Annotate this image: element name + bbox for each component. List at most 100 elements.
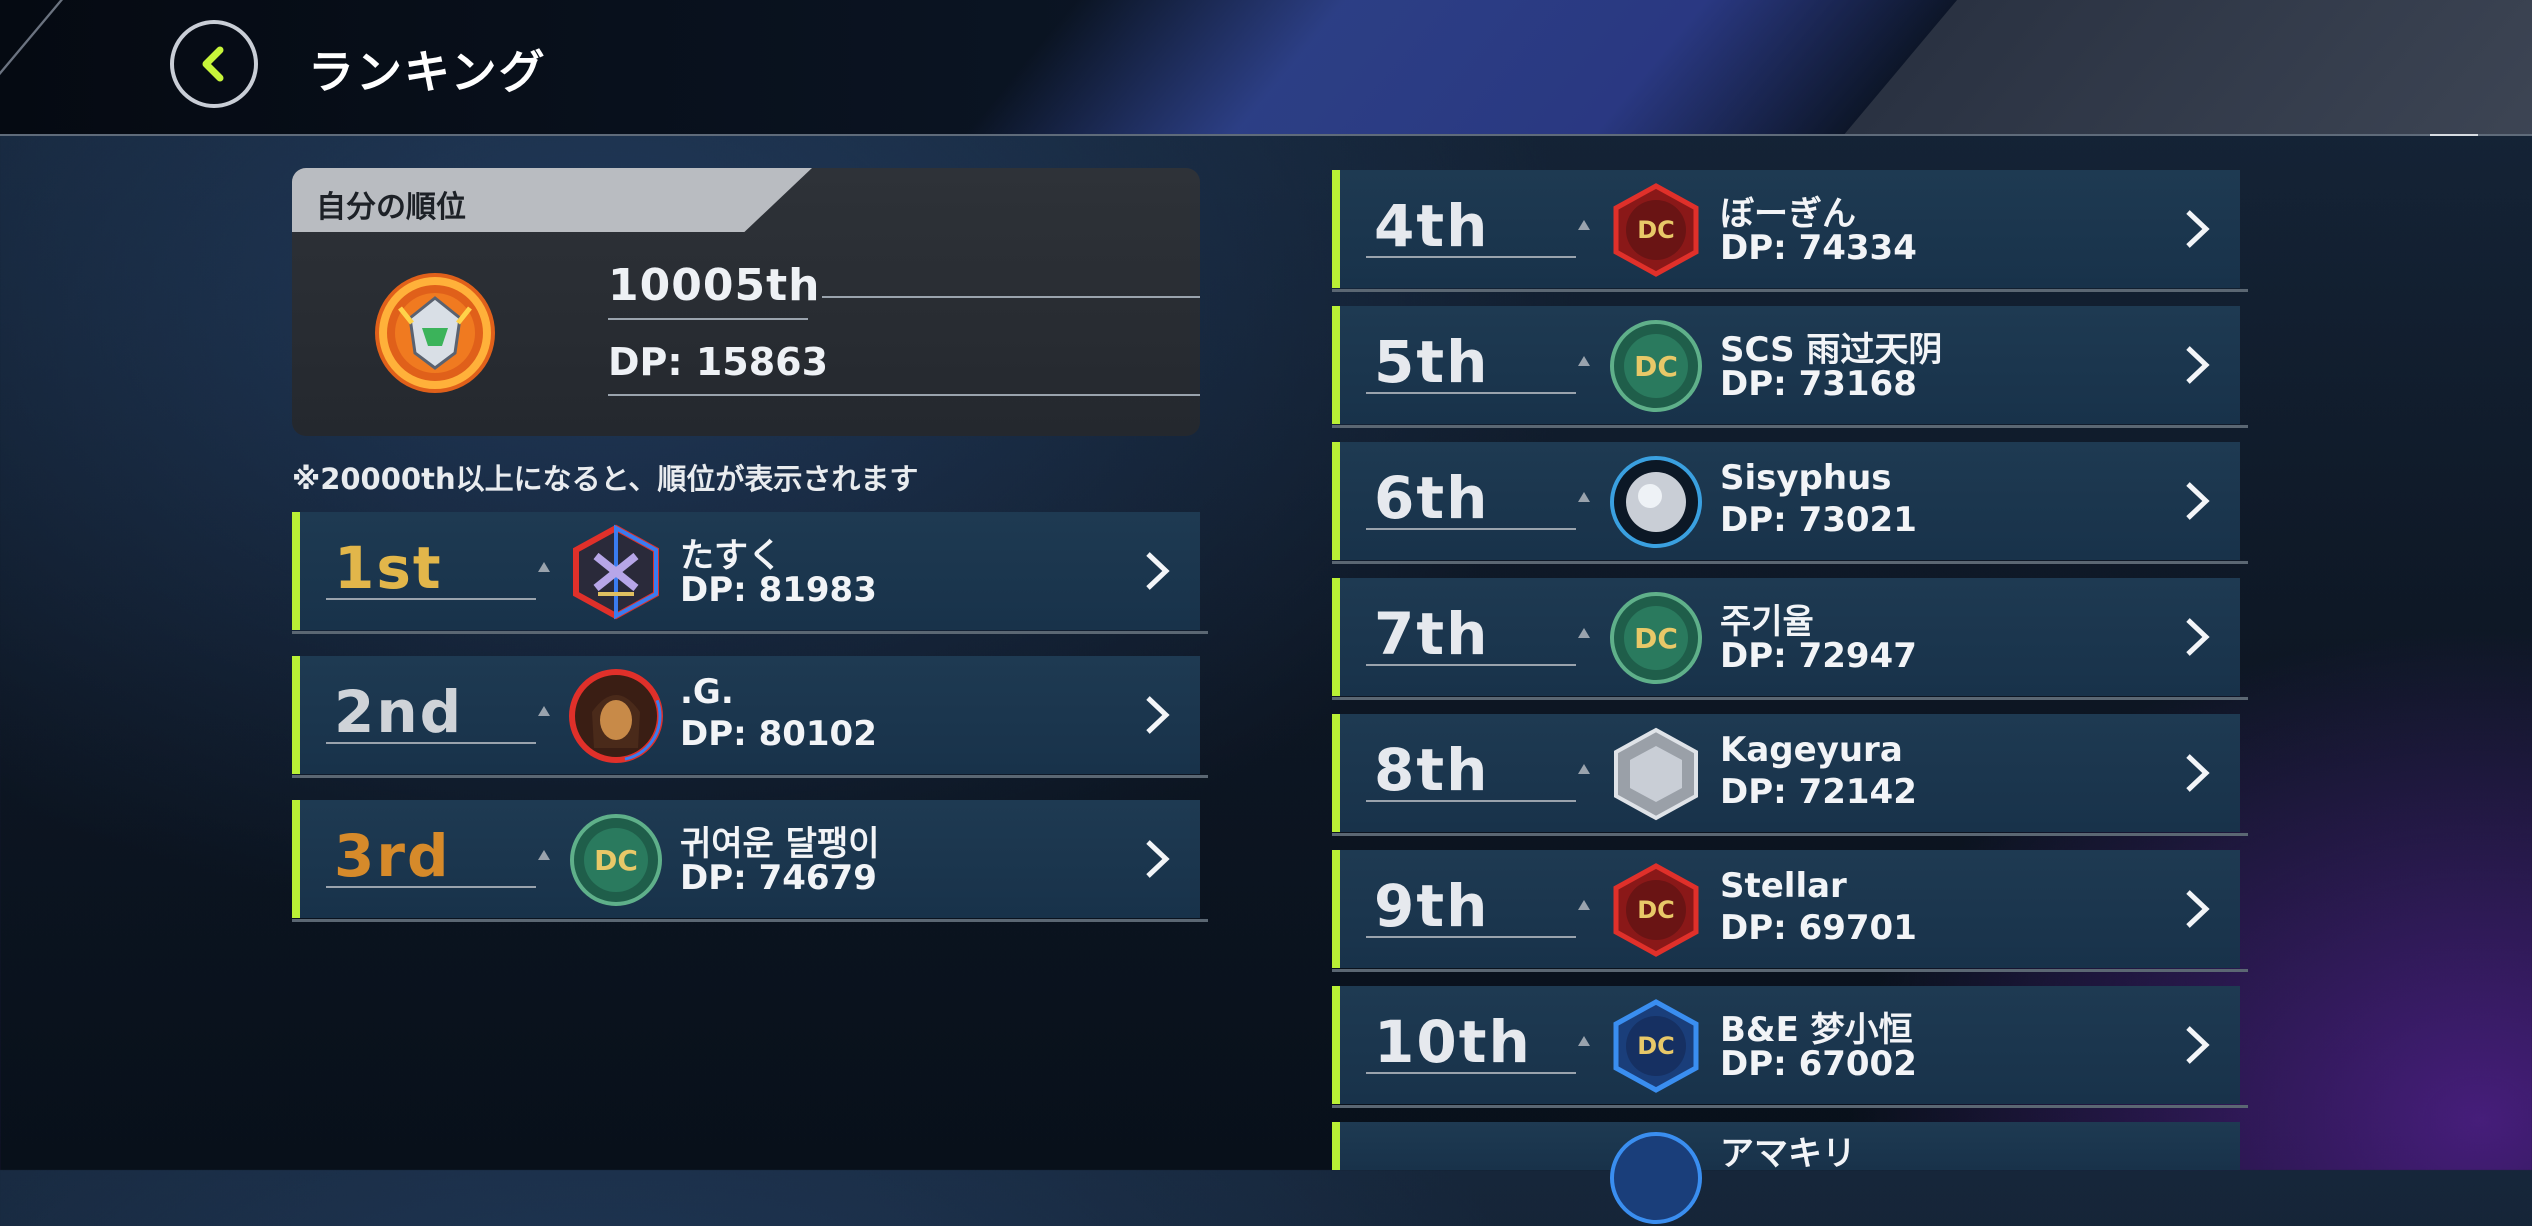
rank-label: 3rd: [334, 822, 451, 890]
guide-line: [608, 394, 1200, 396]
svg-text:DC: DC: [1637, 1032, 1675, 1060]
dc-2025-green-icon: DC: [1610, 320, 1702, 412]
chevron-right-icon: [2186, 754, 2210, 792]
chevron-right-icon: [2186, 1026, 2210, 1064]
guide-line: [1366, 936, 1576, 938]
player-name: アマキリ: [1720, 1134, 1856, 1174]
ranking-row-10[interactable]: 10th DC B&E 梦小恒 DP: 67002: [1332, 986, 2248, 1108]
sphere-avatar-icon: [1610, 456, 1702, 548]
rank-label: 1st: [334, 534, 443, 602]
chevron-right-icon: [1146, 696, 1170, 734]
guide-line: [1366, 392, 1576, 394]
rank-marker: [1578, 628, 1590, 638]
rank-label: 4th: [1374, 192, 1490, 260]
guide-line: [1366, 664, 1576, 666]
player-dp: DP: 69701: [1720, 908, 1917, 948]
player-dp: DP: 74679: [680, 858, 877, 898]
guide-line: [1366, 256, 1576, 258]
row-underline: [292, 775, 1208, 778]
top-bar: ランキング: [0, 0, 2532, 136]
my-rank-value: 10005th: [608, 260, 821, 311]
chevron-right-icon: [1146, 840, 1170, 878]
player-dp: DP: 72142: [1720, 772, 1917, 812]
player-dp: DP: 74334: [1720, 228, 1917, 268]
player-dp: DP: 67002: [1720, 1044, 1917, 1084]
dc-2025-mar-blue-icon: DC: [1613, 999, 1699, 1093]
guide-line: [326, 742, 536, 744]
rank-display-note: ※20000th以上になると、順位が表示されます: [292, 462, 919, 496]
rank-label: 6th: [1374, 464, 1490, 532]
chevron-right-icon: [2186, 890, 2210, 928]
avatar-icon: [569, 669, 663, 763]
row-underline: [1332, 425, 2248, 428]
svg-text:DC: DC: [1634, 622, 1678, 655]
rank-marker: [538, 706, 550, 716]
ranking-row-5[interactable]: 5th DC SCS 雨过天阴 DP: 73168: [1332, 306, 2248, 428]
chevron-right-icon: [2186, 482, 2210, 520]
row-underline: [292, 919, 1208, 922]
chevron-right-icon: [2186, 210, 2210, 248]
row-underline: [1332, 561, 2248, 564]
player-dp: DP: 72947: [1720, 636, 1917, 676]
player-avatar-icon: [375, 273, 495, 393]
rank-marker: [1578, 220, 1590, 230]
rank-marker: [1578, 492, 1590, 502]
chevron-right-icon: [1146, 552, 1170, 590]
row-underline: [292, 631, 1208, 634]
row-underline: [1332, 289, 2248, 292]
ranking-row-11[interactable]: アマキリ: [1332, 1122, 2240, 1224]
player-name: Kageyura: [1720, 730, 1903, 770]
row-underline: [1332, 833, 2248, 836]
guide-line: [1366, 800, 1576, 802]
rank-marker: [1578, 764, 1590, 774]
player-name: Stellar: [1720, 866, 1847, 906]
avatar-icon: [1610, 1132, 1702, 1224]
ranking-row-6[interactable]: 6th Sisyphus DP: 73021: [1332, 442, 2248, 564]
row-underline: [1332, 969, 2248, 972]
ranking-row-9[interactable]: 9th DC Stellar DP: 69701: [1332, 850, 2248, 972]
page-title: ランキング: [308, 45, 547, 99]
ranking-row-1[interactable]: 1st たすく DP: 81983: [292, 512, 1208, 634]
my-dp-value: DP: 15863: [608, 340, 829, 384]
back-button[interactable]: [170, 20, 258, 108]
ranking-row-4[interactable]: 4th DC ぼーぎん DP: 74334: [1332, 170, 2248, 292]
dc-2025-dec-red-icon: DC: [1613, 183, 1699, 277]
player-name: .G.: [680, 672, 734, 712]
row-underline: [1332, 697, 2248, 700]
guide-line: [822, 296, 1200, 298]
rank-label: 9th: [1374, 872, 1490, 940]
dc-medal-icon: DC: [570, 814, 662, 906]
rank-marker: [538, 850, 550, 860]
rank-label: 2nd: [334, 678, 464, 746]
dc-2025-dec-red-icon: DC: [1613, 863, 1699, 957]
svg-text:DC: DC: [1637, 216, 1675, 244]
ranking-row-3[interactable]: 3rd DC 귀여운 달팽이 DP: 74679: [292, 800, 1208, 922]
header-divider: [0, 134, 2532, 136]
ranking-row-7[interactable]: 7th DC 주기율 DP: 72947: [1332, 578, 2248, 700]
dc-2025-green-icon: DC: [1610, 592, 1702, 684]
rank-marker: [1578, 1036, 1590, 1046]
chevron-right-icon: [2186, 346, 2210, 384]
ranking-row-2[interactable]: 2nd .G. DP: 80102: [292, 656, 1208, 778]
row-underline: [1332, 1105, 2248, 1108]
my-rank-card: 自分の順位 10005th DP: 15863: [292, 168, 1200, 436]
rank-marker: [1578, 356, 1590, 366]
rank-marker: [538, 562, 550, 572]
crest-icon: [573, 524, 659, 620]
rank-marker: [1578, 900, 1590, 910]
player-dp: DP: 81983: [680, 570, 877, 610]
header-marker: [2430, 134, 2478, 136]
rank-label: 8th: [1374, 736, 1490, 804]
header-decor-line: [0, 0, 64, 136]
header-decor-stripe: [962, 0, 1978, 136]
header-decor-stripe: [1842, 0, 2532, 136]
guide-line: [608, 318, 808, 320]
svg-text:DC: DC: [1634, 350, 1678, 383]
guide-line: [1366, 528, 1576, 530]
player-dp: DP: 73021: [1720, 500, 1917, 540]
ranking-row-8[interactable]: 8th Kageyura DP: 72142: [1332, 714, 2248, 836]
svg-text:DC: DC: [594, 844, 638, 877]
guide-line: [1366, 1072, 1576, 1074]
silver-hex-icon: [1614, 727, 1698, 821]
player-dp: DP: 80102: [680, 714, 877, 754]
